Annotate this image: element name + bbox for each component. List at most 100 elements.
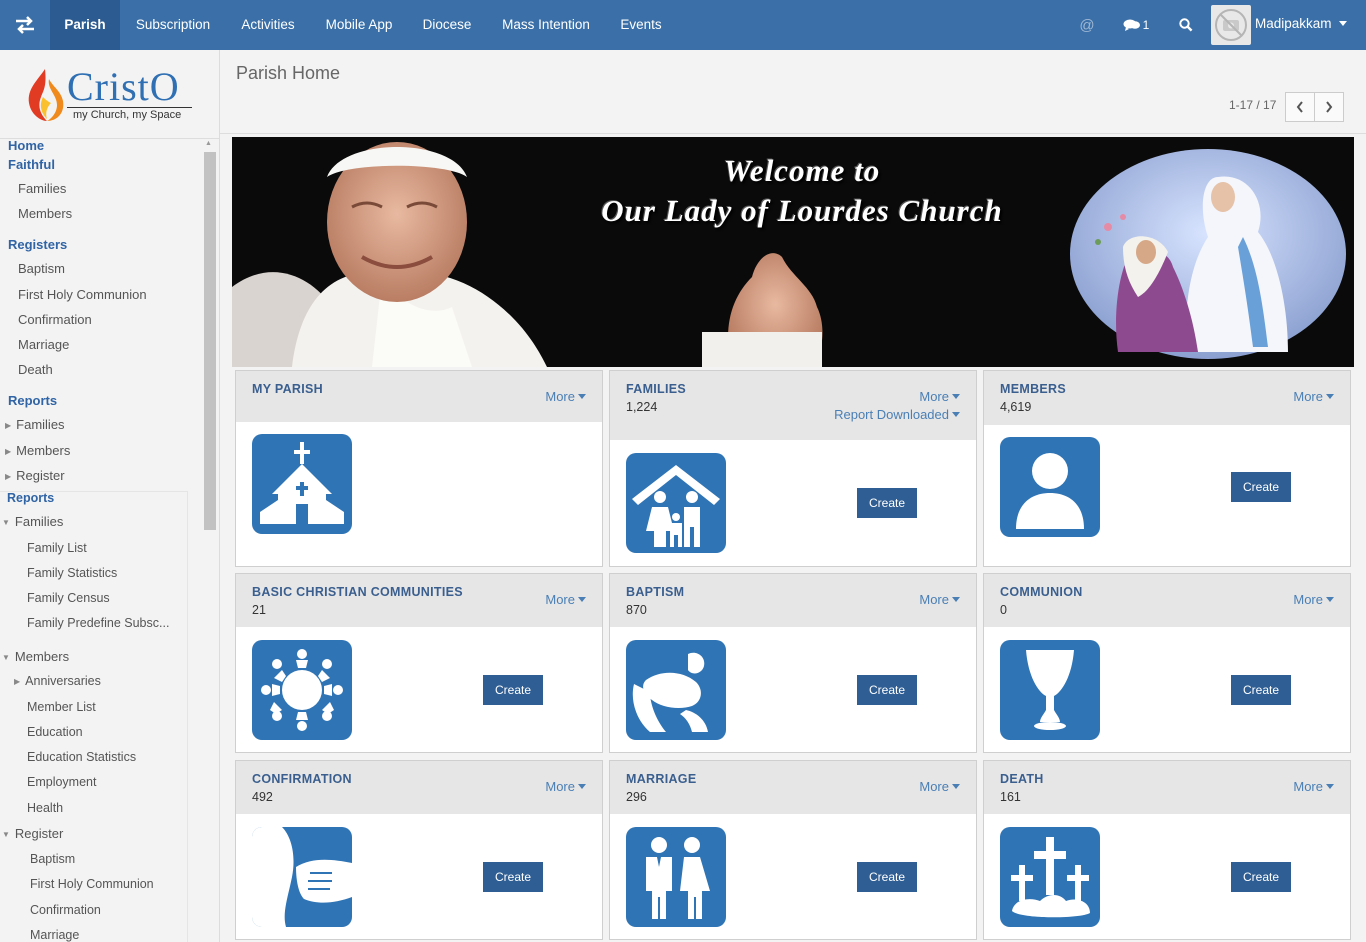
sidebar-item-members[interactable]: Members [18,206,72,221]
create-family-button[interactable]: Create [857,488,917,518]
more-dropdown[interactable]: More [545,779,586,794]
next-page-button[interactable] [1314,92,1344,122]
caret-down-icon [578,784,586,789]
page-title: Parish Home [236,63,341,83]
reports-tree-families[interactable]: ▼ Families [2,514,63,529]
sidebar-item-families[interactable]: Families [18,181,66,196]
more-dropdown[interactable]: More [919,592,960,607]
scroll-up-icon[interactable]: ▲ [205,140,212,147]
create-member-button[interactable]: Create [1231,472,1291,502]
card-count: 21 [252,603,266,617]
nav-mobile-app[interactable]: Mobile App [316,0,402,50]
report-anniversaries-label: Anniversaries [25,674,101,688]
report-education-statistics[interactable]: Education Statistics [27,750,136,764]
card-title: CONFIRMATION [252,772,352,786]
report-family-predefine-subscription[interactable]: Family Predefine Subsc... [27,616,169,630]
create-confirmation-button[interactable]: Create [483,862,543,892]
report-health[interactable]: Health [27,801,63,815]
create-death-button[interactable]: Create [1231,862,1291,892]
card-basic-christian-communities: BASIC CHRISTIAN COMMUNITIES 21 More Crea… [235,573,603,753]
report-family-census[interactable]: Family Census [27,591,110,605]
report-register-confirmation[interactable]: Confirmation [30,903,101,917]
sidebar-item-marriage[interactable]: Marriage [18,337,69,352]
sidebar-faithful-heading[interactable]: Faithful [8,157,55,172]
avatar[interactable] [1211,5,1251,45]
nav-subscription[interactable]: Subscription [124,0,222,50]
community-circle-icon[interactable] [252,640,352,740]
card-title: FAMILIES [626,382,687,396]
report-member-list[interactable]: Member List [27,700,96,714]
reports-tree-heading[interactable]: Reports [7,491,54,505]
report-anniversaries[interactable]: ▶ Anniversaries [14,674,101,688]
card-count: 870 [626,603,647,617]
create-baptism-button[interactable]: Create [857,675,917,705]
chalice-icon[interactable] [1000,640,1100,740]
caret-down-icon: ▼ [2,518,10,527]
reports-tree-members[interactable]: ▼ Members [2,649,69,664]
more-label: More [1293,592,1323,607]
prev-page-button[interactable] [1285,92,1315,122]
sidebar-registers-heading[interactable]: Registers [8,237,67,252]
create-marriage-button[interactable]: Create [857,862,917,892]
card-count: 4,619 [1000,400,1032,414]
welcome-banner: Welcome to Our Lady of Lourdes Church [232,137,1354,367]
more-dropdown[interactable]: More [919,779,960,794]
sidebar-item-baptism[interactable]: Baptism [18,261,65,276]
sidebar-reports-heading[interactable]: Reports [8,393,57,408]
church-icon[interactable] [252,434,352,534]
report-education[interactable]: Education [27,725,83,739]
reports-tree-register[interactable]: ▼ Register [2,826,63,841]
caret-down-icon [1326,784,1334,789]
swap-arrows-icon[interactable] [0,0,50,50]
three-crosses-icon[interactable] [1000,827,1100,927]
chat-notifications[interactable]: 1 [1118,0,1154,50]
nav-events[interactable]: Events [612,0,670,50]
report-register-baptism[interactable]: Baptism [30,852,75,866]
card-title: MEMBERS [1000,382,1066,396]
sidebar-item-first-holy-communion[interactable]: First Holy Communion [18,287,147,302]
report-register-marriage[interactable]: Marriage [30,928,79,942]
top-navbar: Parish Subscription Activities Mobile Ap… [0,0,1366,50]
chat-count: 1 [1142,18,1150,32]
report-employment[interactable]: Employment [27,775,96,789]
user-menu[interactable]: Madipakkam [1255,0,1348,47]
report-family-list[interactable]: Family List [27,541,87,555]
caret-down-icon [578,394,586,399]
card-count: 492 [252,790,273,804]
nav-mass-intention[interactable]: Mass Intention [492,0,600,50]
member-person-icon[interactable] [1000,437,1100,537]
pager-label: 1-17 / 17 [1229,98,1277,112]
at-sign-icon[interactable]: @ [1074,0,1100,50]
nav-parish[interactable]: Parish [50,0,120,50]
nav-activities[interactable]: Activities [232,0,304,50]
more-dropdown[interactable]: More [1293,592,1334,607]
search-icon[interactable] [1174,0,1198,50]
nav-diocese[interactable]: Diocese [414,0,480,50]
main-divider [220,133,1366,134]
create-bcc-button[interactable]: Create [483,675,543,705]
baptism-baby-icon[interactable] [626,640,726,740]
more-dropdown[interactable]: More [919,389,960,404]
sidebar-item-confirmation[interactable]: Confirmation [18,312,92,327]
more-dropdown[interactable]: More [1293,389,1334,404]
sidebar-scroll-thumb[interactable] [204,152,216,530]
more-dropdown[interactable]: More [545,389,586,404]
more-label: More [545,592,575,607]
sidebar-home[interactable]: Home [8,138,44,153]
report-downloaded-dropdown[interactable]: Report Downloaded [834,407,960,422]
more-dropdown[interactable]: More [1293,779,1334,794]
more-dropdown[interactable]: More [545,592,586,607]
report-register-first-holy-communion[interactable]: First Holy Communion [30,877,154,891]
more-label: More [545,389,575,404]
sidebar-item-death[interactable]: Death [18,362,53,377]
sidebar-reports-members[interactable]: ▶ Members [5,443,70,458]
create-communion-button[interactable]: Create [1231,675,1291,705]
sidebar-reports-register[interactable]: ▶ Register [5,468,65,483]
more-label: More [1293,779,1323,794]
family-house-icon[interactable] [626,453,726,553]
chat-bubbles-icon [1123,19,1140,31]
confirmation-hands-icon[interactable] [252,827,352,927]
report-family-statistics[interactable]: Family Statistics [27,566,117,580]
marriage-couple-icon[interactable] [626,827,726,927]
sidebar-reports-families[interactable]: ▶ Families [5,417,65,432]
